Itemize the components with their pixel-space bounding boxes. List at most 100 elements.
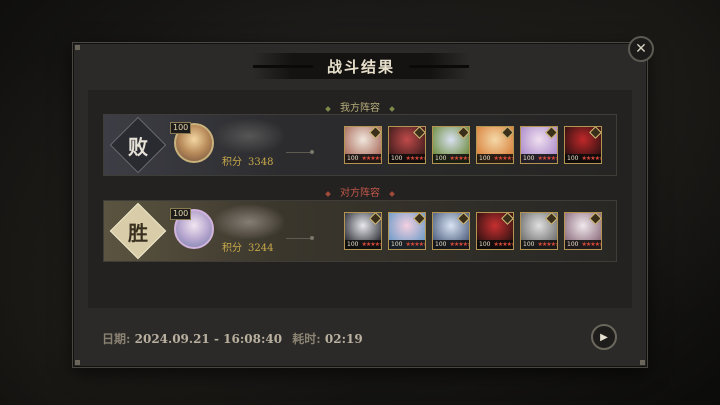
hero-level-bar: 100★★★★★★: [433, 154, 469, 163]
rank-emblem-icon: [369, 213, 381, 225]
hero-portrait[interactable]: 100★★★★★★: [344, 212, 382, 250]
hero-portrait[interactable]: 100★★★★★★: [432, 212, 470, 250]
avatar-level: 100: [170, 122, 192, 134]
hero-stars: ★★★★★★: [537, 241, 557, 248]
score-label: 积分: [222, 157, 242, 168]
rank-emblem-icon: [501, 127, 513, 139]
hero-portrait[interactable]: 100★★★★★★: [432, 126, 470, 164]
player-name-obscured: [214, 119, 284, 153]
hero-level: 100: [479, 241, 491, 248]
hero-level: 100: [567, 241, 579, 248]
hero-portrait[interactable]: 100★★★★★★: [388, 212, 426, 250]
our-team-row: 败 100 积分3348 100★★★★★★100★★★★★★100★★★★★★…: [103, 114, 617, 176]
hero-level-bar: 100★★★★★★: [565, 154, 601, 163]
duration-value: 02:19: [324, 332, 363, 346]
our-hero-list: 100★★★★★★100★★★★★★100★★★★★★100★★★★★★100★…: [344, 126, 602, 164]
date-value: 2024.09.21 - 16:08:40: [134, 332, 283, 346]
rank-emblem-icon: [457, 213, 469, 225]
hero-level: 100: [391, 241, 403, 248]
hero-portrait[interactable]: 100★★★★★★: [476, 212, 514, 250]
hero-stars: ★★★★★★: [493, 155, 513, 162]
hero-level: 100: [391, 155, 403, 162]
hero-level-bar: 100★★★★★★: [389, 154, 425, 163]
score-value: 3244: [248, 243, 274, 254]
player-score: 积分 3348: [222, 153, 273, 168]
play-icon: ▶: [600, 331, 608, 343]
hero-level-bar: 100★★★★★★: [389, 240, 425, 249]
rank-emblem-icon: [545, 127, 557, 139]
avatar-level: 100: [170, 208, 192, 220]
hero-level: 100: [435, 155, 447, 162]
player-score: 积分 3244: [222, 239, 273, 254]
our-lineup-label: 我方阵容: [0, 99, 720, 114]
hero-level: 100: [435, 241, 447, 248]
player-name-obscured: [214, 205, 284, 239]
hero-stars: ★★★★★★: [361, 241, 381, 248]
hero-level-bar: 100★★★★★★: [565, 240, 601, 249]
hero-stars: ★★★★★★: [581, 155, 601, 162]
diamond-icon: [325, 190, 331, 197]
rank-emblem-icon: [413, 127, 425, 139]
rank-emblem-icon: [545, 213, 557, 225]
rank-emblem-icon: [589, 213, 601, 225]
enemy-team-row: 胜 100 积分3244 100★★★★★★100★★★★★★100★★★★★★…: [103, 200, 617, 262]
dialog-title: 战斗结果: [326, 57, 395, 76]
hero-stars: ★★★★★★: [361, 155, 381, 162]
rank-emblem-icon: [589, 127, 601, 139]
enemy-lineup-label: 对方阵容: [0, 184, 720, 199]
hero-level: 100: [347, 155, 359, 162]
hero-portrait[interactable]: 100★★★★★★: [564, 126, 602, 164]
hero-level-bar: 100★★★★★★: [477, 154, 513, 163]
diamond-icon: [389, 190, 395, 197]
brush-stroke: [409, 65, 469, 68]
brush-stroke: [253, 65, 313, 68]
our-lineup-text: 我方阵容: [340, 103, 380, 114]
diamond-icon: [389, 105, 395, 112]
connector-line: [286, 150, 314, 154]
hero-portrait[interactable]: 100★★★★★★: [564, 212, 602, 250]
hero-stars: ★★★★★★: [581, 241, 601, 248]
hero-stars: ★★★★★★: [405, 155, 425, 162]
close-icon: ✕: [635, 41, 647, 57]
rank-emblem-icon: [457, 127, 469, 139]
hero-level-bar: 100★★★★★★: [477, 240, 513, 249]
hero-stars: ★★★★★★: [537, 155, 557, 162]
title-banner: 战斗结果: [253, 53, 469, 79]
hero-level-bar: 100★★★★★★: [345, 154, 381, 163]
date-label: 日期:: [102, 332, 131, 346]
hero-level: 100: [479, 155, 491, 162]
hero-level-bar: 100★★★★★★: [521, 240, 557, 249]
hero-stars: ★★★★★★: [405, 241, 425, 248]
hero-level: 100: [523, 155, 535, 162]
panel-corner: [75, 45, 80, 50]
enemy-hero-list: 100★★★★★★100★★★★★★100★★★★★★100★★★★★★100★…: [344, 212, 602, 250]
result-defeat: 败: [128, 134, 148, 159]
hero-level-bar: 100★★★★★★: [433, 240, 469, 249]
panel-corner: [75, 360, 80, 365]
hero-level-bar: 100★★★★★★: [521, 154, 557, 163]
hero-stars: ★★★★★★: [449, 241, 469, 248]
rank-emblem-icon: [501, 213, 513, 225]
result-victory: 胜: [128, 220, 148, 245]
hero-portrait[interactable]: 100★★★★★★: [476, 126, 514, 164]
hero-portrait[interactable]: 100★★★★★★: [520, 126, 558, 164]
hero-portrait[interactable]: 100★★★★★★: [388, 126, 426, 164]
hero-level: 100: [567, 155, 579, 162]
hero-level-bar: 100★★★★★★: [345, 240, 381, 249]
duration-label: 耗时:: [292, 332, 321, 346]
battle-info-footer: 日期: 2024.09.21 - 16:08:40 耗时: 02:19: [102, 330, 363, 347]
hero-portrait[interactable]: 100★★★★★★: [520, 212, 558, 250]
hero-stars: ★★★★★★: [449, 155, 469, 162]
rank-emblem-icon: [369, 127, 381, 139]
close-button[interactable]: ✕: [628, 36, 654, 62]
score-label: 积分: [222, 243, 242, 254]
diamond-icon: [325, 105, 331, 112]
hero-level: 100: [523, 241, 535, 248]
hero-stars: ★★★★★★: [493, 241, 513, 248]
panel-corner: [640, 360, 645, 365]
connector-line: [286, 236, 314, 240]
hero-portrait[interactable]: 100★★★★★★: [344, 126, 382, 164]
rank-emblem-icon: [413, 213, 425, 225]
enemy-lineup-text: 对方阵容: [340, 188, 380, 199]
replay-button[interactable]: ▶: [591, 324, 617, 350]
